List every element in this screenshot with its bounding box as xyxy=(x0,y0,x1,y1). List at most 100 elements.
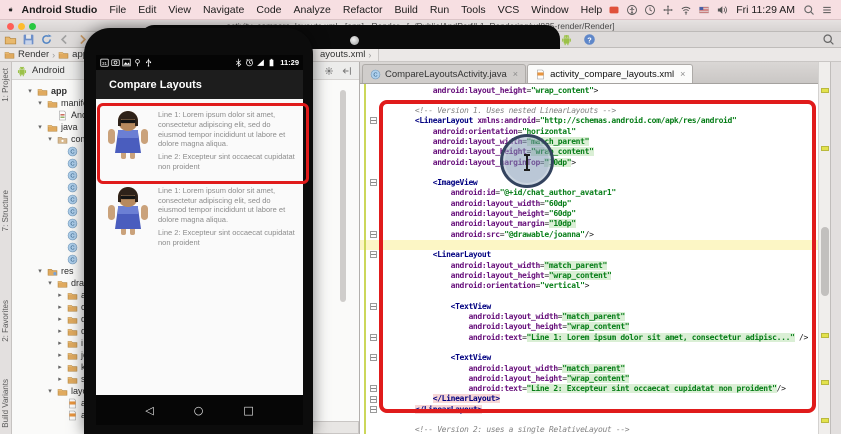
project-view-selector[interactable]: Android xyxy=(32,65,65,76)
code-line: <!-- Version 1. Uses nested LinearLayout… xyxy=(360,106,818,116)
chat-line2: Line 2: Excepteur sint occaecat cupidata… xyxy=(158,152,295,172)
change-marker[interactable] xyxy=(821,418,829,423)
menu-file[interactable]: File xyxy=(103,4,132,16)
list-icon[interactable] xyxy=(821,4,833,16)
crumb-render[interactable]: Render xyxy=(4,49,49,60)
clock-icon[interactable] xyxy=(644,4,656,16)
menu-view[interactable]: View xyxy=(162,4,197,16)
android-icon[interactable] xyxy=(560,33,573,46)
tree-open-arrow-icon[interactable]: ▾ xyxy=(46,135,54,143)
change-marker[interactable] xyxy=(821,380,829,385)
folder xyxy=(57,386,68,397)
code-line xyxy=(360,240,818,250)
menu-run[interactable]: Run xyxy=(424,4,455,16)
menu-edit[interactable]: Edit xyxy=(132,4,162,16)
change-marker[interactable] xyxy=(821,88,829,93)
code-editor[interactable]: android:layout_height="wrap_content"> <!… xyxy=(360,84,818,434)
tree-closed-arrow-icon[interactable]: ▸ xyxy=(56,339,64,347)
project-scrollbar[interactable] xyxy=(340,90,346,302)
fold-marker[interactable] xyxy=(370,303,377,310)
fold-marker[interactable] xyxy=(370,251,377,258)
menu-analyze[interactable]: Analyze xyxy=(288,4,337,16)
menu-navigate[interactable]: Navigate xyxy=(197,4,250,16)
menubar-clock[interactable]: Fri 11:29 AM xyxy=(736,4,795,16)
fold-marker[interactable] xyxy=(370,179,377,186)
toolwindow-tab-2-favorites[interactable]: 2: Favorites xyxy=(1,300,10,342)
folder xyxy=(67,338,78,349)
help-icon[interactable]: ? xyxy=(583,33,596,46)
tree-open-arrow-icon[interactable]: ▾ xyxy=(36,99,44,107)
chat-list-item[interactable]: Line 1: Lorem ipsum dolor sit amet, cons… xyxy=(96,180,303,256)
menu-build[interactable]: Build xyxy=(389,4,424,16)
svg-text:C: C xyxy=(70,233,74,239)
save-icon[interactable] xyxy=(22,33,35,46)
wifi-icon[interactable] xyxy=(680,4,692,16)
toolwindow-tab-7-structure[interactable]: 7: Structure xyxy=(1,190,10,231)
menu-window[interactable]: Window xyxy=(525,4,574,16)
fold-marker[interactable] xyxy=(370,406,377,413)
tab-activity-compare-layouts-xml[interactable]: activity_compare_layouts.xml× xyxy=(527,64,693,83)
tree-closed-arrow-icon[interactable]: ▸ xyxy=(56,327,64,335)
fold-marker[interactable] xyxy=(370,231,377,238)
fold-marker[interactable] xyxy=(370,334,377,341)
error-stripe[interactable] xyxy=(818,62,830,434)
tree-open-arrow-icon[interactable]: ▾ xyxy=(36,123,44,131)
fold-marker[interactable] xyxy=(370,385,377,392)
tree-open-arrow-icon[interactable]: ▾ xyxy=(46,387,54,395)
code-line: <!-- Version 2: uses a single RelativeLa… xyxy=(360,425,818,434)
close-tab-icon[interactable]: × xyxy=(680,69,685,79)
tree-closed-arrow-icon[interactable]: ▸ xyxy=(56,315,64,323)
gear-icon[interactable] xyxy=(323,65,335,77)
open-icon[interactable] xyxy=(4,33,17,46)
apple-menu-icon[interactable] xyxy=(8,3,14,17)
home-icon[interactable]: ○ xyxy=(194,404,204,417)
menu-code[interactable]: Code xyxy=(250,4,287,16)
code-line: android:layout_width="match_parent" xyxy=(360,261,818,271)
close-tab-icon[interactable]: × xyxy=(513,69,518,79)
tree-closed-arrow-icon[interactable]: ▸ xyxy=(56,291,64,299)
flag-icon[interactable] xyxy=(698,4,710,16)
tab-comparelayoutsactivity-java[interactable]: CCompareLayoutsActivity.java× xyxy=(362,64,526,83)
code-line: android:text="Line 1: Lorem ipsum dolor … xyxy=(360,333,818,343)
bluetooth-icon xyxy=(234,58,243,67)
toolbar-search-icon[interactable] xyxy=(822,33,835,46)
class: C xyxy=(370,69,381,80)
change-marker[interactable] xyxy=(821,146,829,151)
code-line xyxy=(360,415,818,425)
tree-closed-arrow-icon[interactable]: ▸ xyxy=(56,375,64,383)
change-marker[interactable] xyxy=(821,333,829,338)
image-icon xyxy=(122,58,131,67)
back-icon[interactable]: ◁ xyxy=(145,404,153,417)
menu-help[interactable]: Help xyxy=(575,4,609,16)
tree-open-arrow-icon[interactable]: ▾ xyxy=(26,87,34,95)
fold-marker[interactable] xyxy=(370,354,377,361)
menu-vcs[interactable]: VCS xyxy=(492,4,526,16)
fold-marker[interactable] xyxy=(370,117,377,124)
tree-open-arrow-icon[interactable]: ▾ xyxy=(46,279,54,287)
toolwindow-tab-1-project[interactable]: 1: Project xyxy=(1,68,10,102)
battery-icon xyxy=(267,58,276,67)
accessibility-icon[interactable] xyxy=(626,4,638,16)
move-icon[interactable] xyxy=(662,4,674,16)
refresh-icon[interactable] xyxy=(40,33,53,46)
volume-icon[interactable] xyxy=(716,4,728,16)
breadcrumb-tail[interactable]: ayouts.xml› xyxy=(316,48,379,61)
collapse-panel-icon[interactable] xyxy=(341,65,353,77)
search-icon[interactable] xyxy=(803,4,815,16)
class: C xyxy=(67,254,78,265)
toolwindow-tab-build-variants[interactable]: Build Variants xyxy=(1,379,10,428)
chat-list-item[interactable]: Line 1: Lorem ipsum dolor sit amet, cons… xyxy=(96,104,303,180)
menubar-status-icons xyxy=(608,4,728,16)
recents-icon[interactable]: □ xyxy=(243,404,253,417)
back-icon[interactable] xyxy=(58,33,71,46)
menu-tools[interactable]: Tools xyxy=(455,4,492,16)
fold-marker[interactable] xyxy=(370,396,377,403)
tree-closed-arrow-icon[interactable]: ▸ xyxy=(56,363,64,371)
menu-refactor[interactable]: Refactor xyxy=(337,4,389,16)
tree-closed-arrow-icon[interactable]: ▸ xyxy=(56,351,64,359)
editor-scrollbar-thumb[interactable] xyxy=(821,227,829,296)
tree-closed-arrow-icon[interactable]: ▸ xyxy=(56,303,64,311)
record-icon[interactable] xyxy=(608,4,620,16)
menu-android-studio[interactable]: Android Studio xyxy=(16,4,104,16)
tree-open-arrow-icon[interactable]: ▾ xyxy=(36,267,44,275)
